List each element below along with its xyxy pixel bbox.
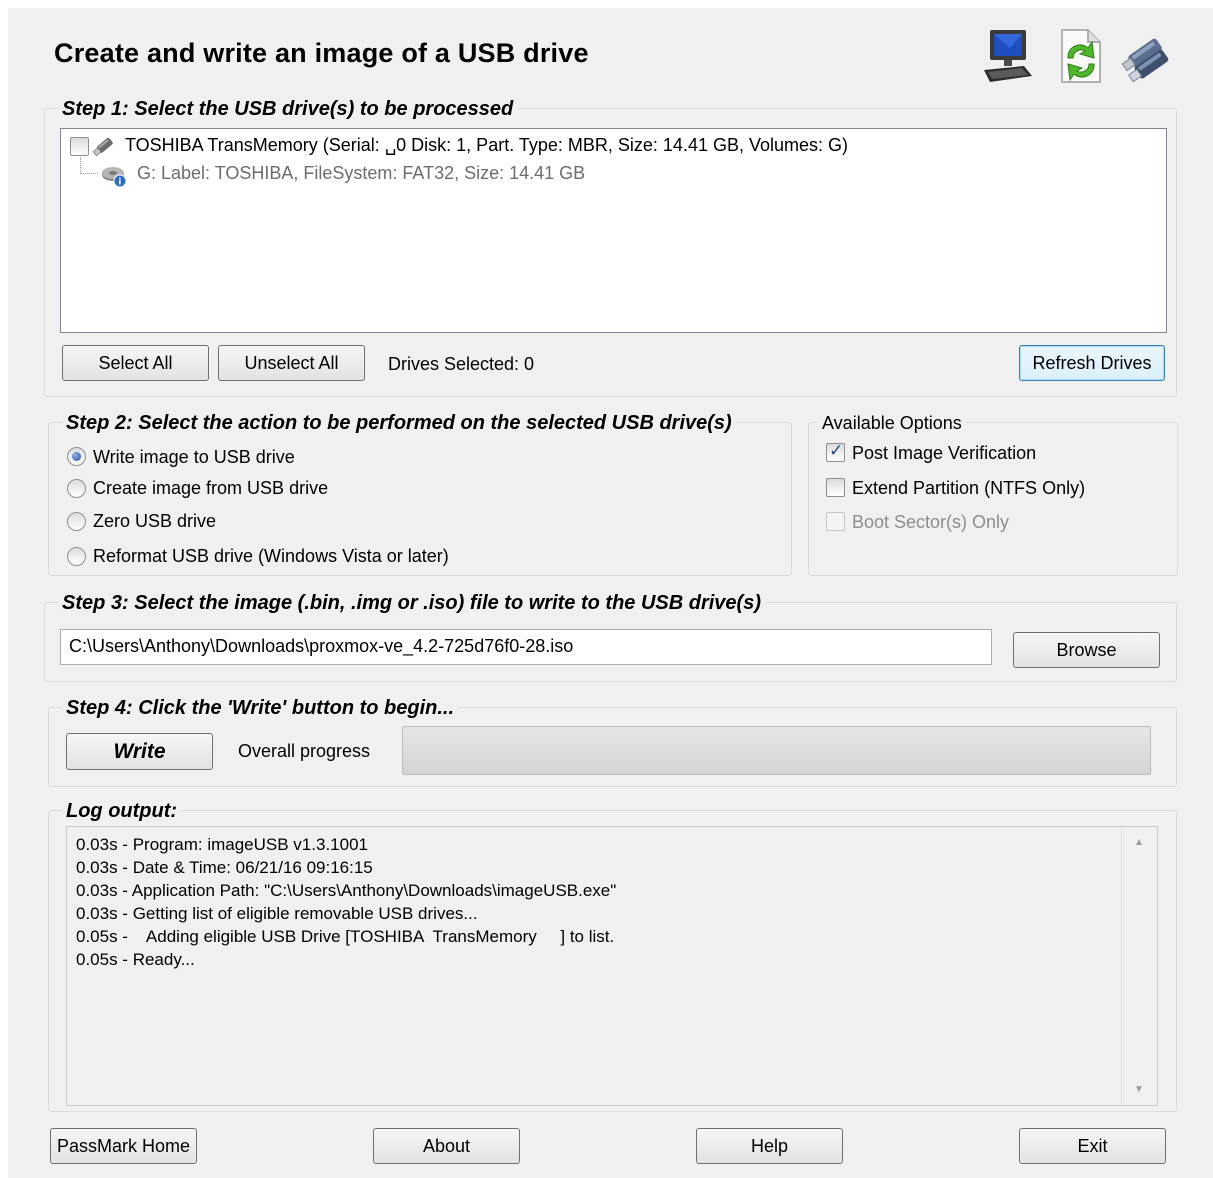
browse-button[interactable]: Browse [1013,632,1160,668]
step2-label: Step 2: Select the action to be performe… [62,412,736,434]
drive-entry[interactable]: TOSHIBA TransMemory (Serial: ␣0 Disk: 1,… [125,135,848,156]
tree-connector [80,157,81,174]
unselect-all-button[interactable]: Unselect All [218,345,365,381]
log-line: 0.03s - Application Path: "C:\Users\Anth… [76,881,617,900]
step3-label: Step 3: Select the image (.bin, .img or … [58,592,765,614]
drive-checkbox[interactable] [70,137,89,156]
step4-label: Step 4: Click the 'Write' button to begi… [62,697,459,719]
scroll-down-icon[interactable]: ▼ [1134,1084,1144,1095]
log-line: 0.03s - Getting list of eligible removab… [76,904,478,923]
log-output[interactable]: 0.03s - Program: imageUSB v1.3.1001 0.03… [66,826,1158,1106]
extend-partition-checkbox[interactable] [826,478,845,497]
post-verification-label[interactable]: Post Image Verification [852,443,1036,464]
radio-reformat-drive[interactable] [67,547,86,566]
refresh-drives-button[interactable]: Refresh Drives [1019,345,1165,381]
svg-text:i: i [118,178,121,188]
select-all-button[interactable]: Select All [62,345,209,381]
page-title: Create and write an image of a USB drive [54,38,589,68]
image-path-input[interactable]: C:\Users\Anthony\Downloads\proxmox-ve_4.… [60,629,992,665]
radio-create-image-label[interactable]: Create image from USB drive [93,478,328,499]
usb-drive-icon [91,134,117,158]
main-window: Create and write an image of a USB drive [8,8,1213,1178]
options-label: Available Options [818,412,966,434]
write-button[interactable]: Write [66,733,213,770]
volume-entry: G: Label: TOSHIBA, FileSystem: FAT32, Si… [137,163,586,183]
log-line: 0.05s - Adding eligible USB Drive [TOSHI… [76,927,615,946]
log-label: Log output: [62,800,182,822]
about-button[interactable]: About [373,1128,520,1164]
overall-progress-bar [402,726,1151,775]
step1-label: Step 1: Select the USB drive(s) to be pr… [58,98,518,120]
drive-list[interactable]: TOSHIBA TransMemory (Serial: ␣0 Disk: 1,… [60,128,1167,333]
log-line: 0.03s - Program: imageUSB v1.3.1001 [76,835,368,854]
radio-zero-drive[interactable] [67,512,86,531]
radio-zero-drive-label[interactable]: Zero USB drive [93,511,216,532]
log-lines: 0.03s - Program: imageUSB v1.3.1001 0.03… [76,833,616,971]
refresh-document-icon [1052,26,1108,86]
log-line: 0.03s - Date & Time: 06/21/16 09:16:15 [76,858,373,877]
boot-sector-label: Boot Sector(s) Only [852,512,1010,532]
boot-sector-checkbox [826,512,845,531]
drives-selected-count: Drives Selected: 0 [388,354,535,374]
log-scrollbar[interactable]: ▲ ▼ [1121,827,1157,1105]
radio-write-image-label[interactable]: Write image to USB drive [93,447,295,468]
help-button[interactable]: Help [696,1128,843,1164]
radio-create-image[interactable] [67,479,86,498]
passmark-home-button[interactable]: PassMark Home [50,1128,197,1164]
overall-progress-label: Overall progress [238,741,371,761]
post-verification-checkbox[interactable]: ✓ [826,441,845,462]
log-line: 0.05s - Ready... [76,950,195,969]
scroll-up-icon[interactable]: ▲ [1134,837,1144,848]
extend-partition-label[interactable]: Extend Partition (NTFS Only) [852,478,1085,499]
tree-connector [80,173,98,174]
radio-write-image[interactable] [67,447,86,466]
exit-button[interactable]: Exit [1019,1128,1166,1164]
computer-icon [980,26,1036,86]
radio-reformat-drive-label[interactable]: Reformat USB drive (Windows Vista or lat… [93,546,449,567]
usb-drives-icon [1116,26,1176,86]
volume-info-icon: i [99,163,129,189]
